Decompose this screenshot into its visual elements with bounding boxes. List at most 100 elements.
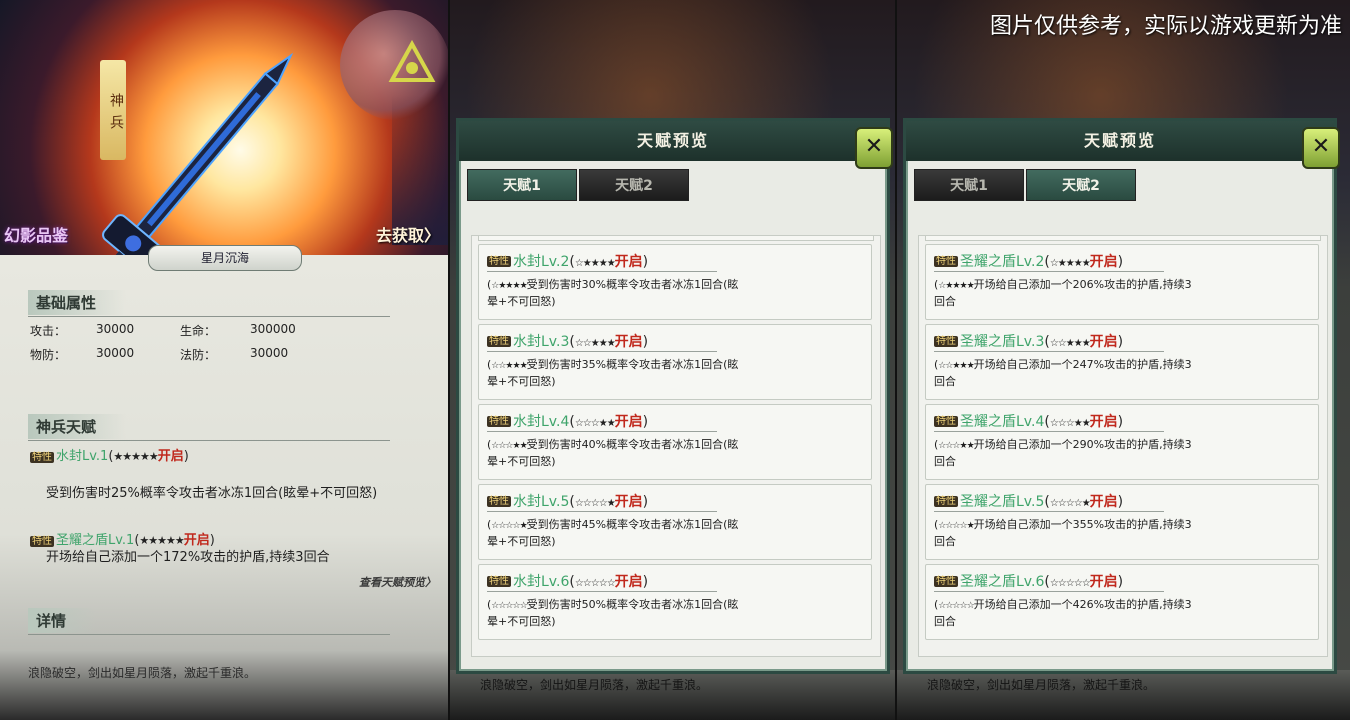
list-item: 特性 圣耀之盾Lv.2(☆★★★★开启) (☆★★★★开场给自己添加一个206%攻… [925,244,1319,320]
stat-value: 30000 [96,322,135,336]
star-rating: ☆☆☆☆★ [938,521,974,531]
unlock-text: 开启 [157,449,184,464]
tab-talent-1[interactable]: 天赋1 [914,169,1024,201]
talent-name: 圣耀之盾Lv.2 [960,254,1045,270]
talent-name: 圣耀之盾Lv.5 [960,494,1045,510]
basic-attributes-title: 基础属性 [28,290,127,315]
disclaimer-watermark: 图片仅供参考，实际以游戏更新为准 [989,14,1342,39]
go-obtain-button[interactable]: 去获取〉 [376,222,440,246]
star-rating: ☆☆☆★★ [491,441,527,451]
divider [28,440,390,441]
talent-tabs: 天赋1 天赋2 [914,169,1136,203]
star-rating: ☆☆☆☆☆ [938,601,974,611]
tab-talent-2[interactable]: 天赋2 [579,169,689,201]
unlock-text: 开启 [1089,494,1118,510]
stat-value: 30000 [250,346,289,360]
weapon-hero-banner: 神兵 幻影品鉴 去获取〉 [0,0,448,255]
unlock-text: 开启 [614,334,643,350]
weapon-detail-panel: 神兵 幻影品鉴 去获取〉 星月沉海 基础属性 攻击： 30000 生命： 300… [0,0,448,720]
stat-label: 攻击： [30,324,67,338]
list-item: 特性 水封Lv.5(☆☆☆☆★开启) (☆☆☆☆★受到伤害时45%概率令攻击者冰冻… [478,484,872,560]
trait-badge: 特性 [934,256,958,267]
list-item: 特性 水封Lv.3(☆☆★★★开启) (☆☆★★★受到伤害时35%概率令攻击者冰冻… [478,324,872,400]
unlock-text: 开启 [1089,334,1118,350]
trait-badge: 特性 [487,256,511,267]
popup-title: 天赋预览 [459,121,887,161]
list-item: 特性 水封Lv.2(☆★★★★开启) (☆★★★★受到伤害时30%概率令攻击者冰冻… [478,244,872,320]
list-item [925,236,1321,241]
weapon-lore-text: 浪隐破空，剑出如星月陨落，激起千重浪。 [28,666,257,680]
trait-badge: 特性 [487,416,511,427]
star-rating: ☆☆☆★★ [938,441,974,451]
stat-value: 300000 [250,322,296,336]
star-rating: ☆☆☆☆☆ [491,601,527,611]
star-rating: ☆☆☆☆☆ [1049,578,1091,589]
talent-name: 水封Lv.2 [513,254,570,270]
popup-title: 天赋预览 [906,121,1334,161]
star-rating: ☆☆★★★ [491,361,527,371]
list-item: 特性 水封Lv.4(☆☆☆★★开启) (☆☆☆★★受到伤害时40%概率令攻击者冰冻… [478,404,872,480]
trait-badge: 特性 [934,576,958,587]
close-icon[interactable]: ✕ [1302,127,1340,169]
star-rating: ☆☆★★★ [938,361,974,371]
weapon-type-tag: 神兵 [100,60,126,160]
talent-heading: 特性 圣耀之盾Lv.1(★★★★★开启) [30,533,215,548]
star-rating: ☆☆☆☆☆ [574,578,616,589]
sword-icon [93,52,294,255]
talent-name: 水封Lv.4 [513,414,570,430]
trait-badge: 特性 [487,496,511,507]
list-item: 特性 圣耀之盾Lv.6(☆☆☆☆☆开启) (☆☆☆☆☆开场给自己添加一个426%攻… [925,564,1319,640]
unlock-text: 开启 [614,414,643,430]
star-rating: ☆★★★★ [938,281,974,291]
background-lore-text: 浪隐破空，剑出如星月陨落，激起千重浪。 [450,670,895,720]
trait-badge: 特性 [487,576,511,587]
unlock-text: 开启 [1089,254,1118,270]
star-rating: ★★★★★ [139,534,184,547]
unlock-text: 开启 [614,574,643,590]
source-label: 幻影品鉴 [4,226,69,245]
trait-badge: 特性 [30,536,54,547]
tab-talent-1[interactable]: 天赋1 [467,169,577,201]
list-item [478,236,874,241]
weapon-name-plate: 星月沉海 [148,245,302,271]
talent-tabs: 天赋1 天赋2 [467,169,689,203]
talent-name: 水封Lv.6 [513,574,570,590]
talent-description: 受到伤害时25%概率令攻击者冰冻1回合(眩晕+不可回怒) [46,486,378,501]
detail-title: 详情 [28,608,97,633]
trait-badge: 特性 [934,416,958,427]
unlock-text: 开启 [183,533,210,548]
view-talent-preview-link[interactable]: 查看天赋预览〉 [359,574,436,590]
star-rating: ☆★★★★ [491,281,527,291]
star-rating: ☆☆☆☆★ [574,498,616,509]
star-rating: ☆☆☆☆★ [1049,498,1091,509]
star-rating: ☆★★★★ [574,258,616,269]
talent-preview-popup: 天赋预览 ✕ 天赋1 天赋2 特性 水封Lv.2(☆★★★★开启) (☆★★★★受… [456,118,893,674]
talent-name: 圣耀之盾Lv.6 [960,574,1045,590]
unlock-text: 开启 [1089,574,1118,590]
talent-name: 圣耀之盾Lv.4 [960,414,1045,430]
star-rating: ☆★★★★ [1049,258,1091,269]
tab-talent-2[interactable]: 天赋2 [1026,169,1136,201]
talent-description: 开场给自己添加一个172%攻击的护盾,持续3回合 [46,550,330,565]
talent-level-list[interactable]: 特性 水封Lv.2(☆★★★★开启) (☆★★★★受到伤害时30%概率令攻击者冰冻… [471,235,881,657]
stat-label: 物防： [30,348,67,362]
star-rating: ☆☆☆☆★ [491,521,527,531]
stat-label: 法防： [180,348,217,362]
background-lore-text: 浪隐破空，剑出如星月陨落，激起千重浪。 [897,670,1350,720]
close-icon[interactable]: ✕ [855,127,893,169]
talent-name: 水封Lv.5 [513,494,570,510]
talent-level-list[interactable]: 特性 圣耀之盾Lv.2(☆★★★★开启) (☆★★★★开场给自己添加一个206%攻… [918,235,1328,657]
trait-badge: 特性 [30,452,54,463]
emblem-icon [388,40,436,82]
talent-preview-popup: 天赋预览 ✕ 天赋1 天赋2 特性 圣耀之盾Lv.2(☆★★★★开启) (☆★★★… [903,118,1340,674]
unlock-text: 开启 [614,254,643,270]
list-item: 特性 圣耀之盾Lv.4(☆☆☆★★开启) (☆☆☆★★开场给自己添加一个290%攻… [925,404,1319,480]
divider [28,634,390,635]
trait-badge: 特性 [934,336,958,347]
trait-badge: 特性 [934,496,958,507]
trait-badge: 特性 [487,336,511,347]
stat-value: 30000 [96,346,135,360]
list-item: 特性 水封Lv.6(☆☆☆☆☆开启) (☆☆☆☆☆受到伤害时50%概率令攻击者冰冻… [478,564,872,640]
list-item: 特性 圣耀之盾Lv.5(☆☆☆☆★开启) (☆☆☆☆★开场给自己添加一个355%攻… [925,484,1319,560]
unlock-text: 开启 [1089,414,1118,430]
